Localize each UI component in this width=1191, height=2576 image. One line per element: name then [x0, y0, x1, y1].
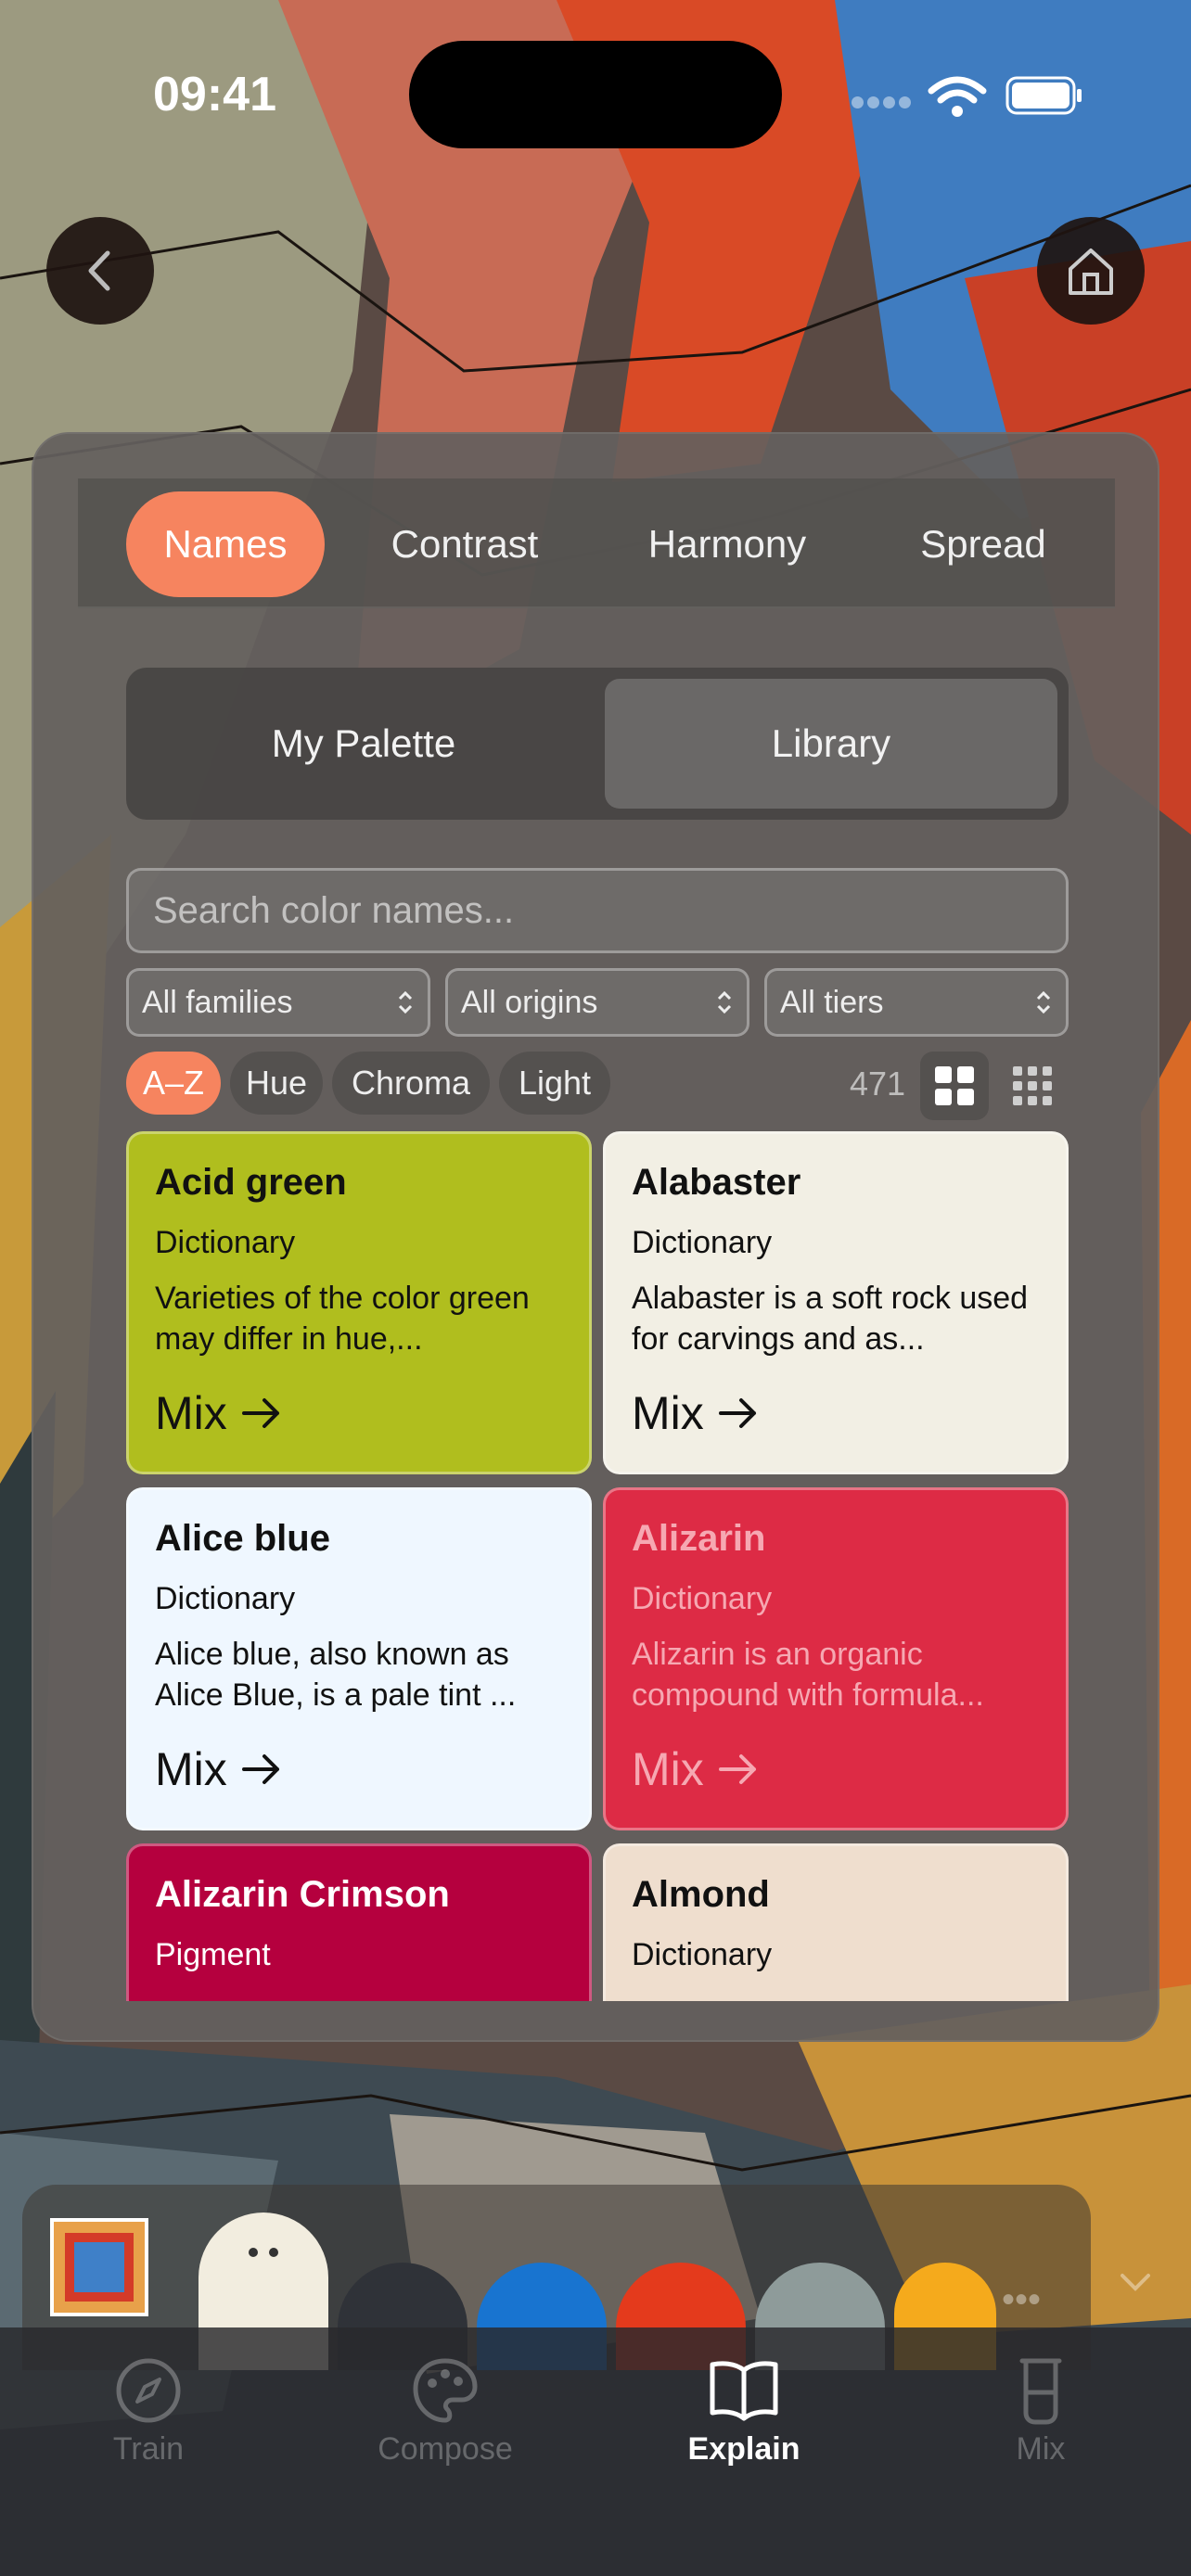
beaker-icon: [1019, 2358, 1062, 2425]
nav-explain-label: Explain: [687, 2431, 800, 2467]
grid-large-icon: [935, 1066, 974, 1105]
source-segmented-control: My Palette Library: [126, 668, 1069, 820]
card-origin: Dictionary: [155, 1225, 296, 1260]
mix-button[interactable]: Mix: [155, 1742, 281, 1796]
result-count: 471: [850, 1065, 906, 1103]
card-name: Acid green: [155, 1162, 347, 1203]
dynamic-island: [409, 41, 782, 148]
segment-my-palette[interactable]: My Palette: [137, 679, 590, 809]
arrow-right-icon: [718, 1398, 756, 1428]
updown-chevron-icon: [1036, 990, 1051, 1014]
mix-button[interactable]: Mix: [155, 1386, 281, 1440]
mix-label: Mix: [632, 1743, 704, 1795]
tab-contrast[interactable]: Contrast: [362, 491, 568, 597]
sort-light[interactable]: Light: [499, 1052, 610, 1115]
color-card-grid: Acid green Dictionary Varieties of the c…: [126, 1131, 1069, 2001]
tab-harmony[interactable]: Harmony: [616, 491, 839, 597]
card-description: Alabaster is a soft rock used for carvin…: [632, 1281, 1029, 1358]
color-card[interactable]: Acid green Dictionary Varieties of the c…: [126, 1131, 592, 1474]
large-grid-button[interactable]: [920, 1052, 989, 1120]
mix-label: Mix: [632, 1387, 704, 1439]
chevron-down-icon[interactable]: [1119, 2270, 1152, 2292]
chevron-left-icon: [88, 250, 110, 291]
tab-bar: Names Contrast Harmony Spread: [78, 478, 1115, 608]
explain-panel: Names Contrast Harmony Spread My Palette…: [32, 432, 1159, 2042]
home-icon: [1069, 249, 1113, 295]
tiers-select-value: All tiers: [780, 984, 884, 1020]
card-name: Alice blue: [155, 1518, 330, 1559]
small-grid-button[interactable]: [998, 1052, 1067, 1120]
bottom-navigation: Train Compose Explain Mix: [0, 2327, 1191, 2576]
card-name: Alabaster: [632, 1162, 801, 1203]
segment-library[interactable]: Library: [605, 679, 1057, 809]
card-origin: Dictionary: [632, 1225, 773, 1260]
status-time: 09:41: [153, 68, 276, 121]
arrow-right-icon: [241, 1398, 279, 1428]
arrow-right-icon: [241, 1754, 279, 1784]
mix-label: Mix: [155, 1743, 227, 1795]
card-name: Alizarin: [632, 1518, 766, 1559]
wifi-icon: [928, 76, 987, 117]
battery-icon: [1005, 76, 1082, 115]
card-description: Varieties of the color green may differ …: [155, 1281, 530, 1358]
tab-spread[interactable]: Spread: [877, 491, 1089, 597]
card-origin: Dictionary: [632, 1937, 773, 1972]
grid-small-icon: [1013, 1066, 1052, 1105]
nav-mix[interactable]: Mix: [939, 2355, 1143, 2468]
origins-select-value: All origins: [461, 984, 598, 1020]
signal-icon: [852, 96, 915, 109]
color-card[interactable]: Alizarin Dictionary Alizarin is an organ…: [603, 1487, 1069, 1830]
compass-icon: [116, 2358, 181, 2423]
tab-names[interactable]: Names: [126, 491, 325, 597]
tiers-select[interactable]: All tiers: [764, 968, 1069, 1037]
back-button[interactable]: [46, 217, 154, 325]
card-description: Alizarin is an organic compound with for…: [632, 1637, 984, 1714]
mix-button[interactable]: Mix: [632, 1386, 758, 1440]
families-select-value: All families: [142, 984, 293, 1020]
color-card[interactable]: Alice blue Dictionary Alice blue, also k…: [126, 1487, 592, 1830]
home-button[interactable]: [1037, 217, 1145, 325]
sort-az[interactable]: A–Z: [126, 1052, 221, 1115]
origins-select[interactable]: All origins: [445, 968, 749, 1037]
nav-explain[interactable]: Explain: [642, 2355, 846, 2468]
card-name: Almond: [632, 1874, 770, 1915]
sort-hue[interactable]: Hue: [230, 1052, 323, 1115]
sort-chroma[interactable]: Chroma: [332, 1052, 490, 1115]
color-card[interactable]: Alizarin Crimson Pigment: [126, 1843, 592, 2001]
card-origin: Dictionary: [155, 1581, 296, 1616]
updown-chevron-icon: [717, 990, 732, 1014]
color-card[interactable]: Almond Dictionary: [603, 1843, 1069, 2001]
nav-compose[interactable]: Compose: [343, 2355, 547, 2468]
card-origin: Pigment: [155, 1937, 271, 1972]
card-origin: Dictionary: [632, 1581, 773, 1616]
card-description: Alice blue, also known as Alice Blue, is…: [155, 1637, 517, 1714]
nav-compose-label: Compose: [378, 2431, 513, 2467]
arrow-right-icon: [718, 1754, 756, 1784]
card-name: Alizarin Crimson: [155, 1874, 450, 1915]
mix-button[interactable]: Mix: [632, 1742, 758, 1796]
families-select[interactable]: All families: [126, 968, 430, 1037]
nav-train[interactable]: Train: [46, 2355, 250, 2468]
palette-icon: [413, 2358, 478, 2423]
nav-train-label: Train: [112, 2431, 185, 2467]
mix-label: Mix: [155, 1387, 227, 1439]
color-card[interactable]: Alabaster Dictionary Alabaster is a soft…: [603, 1131, 1069, 1474]
palette-thumbnail[interactable]: [50, 2218, 148, 2316]
search-input[interactable]: [126, 868, 1069, 953]
updown-chevron-icon: [398, 990, 413, 1014]
open-book-icon: [710, 2361, 778, 2421]
nav-mix-label: Mix: [1016, 2431, 1066, 2467]
more-icon: •••: [1002, 2279, 1042, 2320]
